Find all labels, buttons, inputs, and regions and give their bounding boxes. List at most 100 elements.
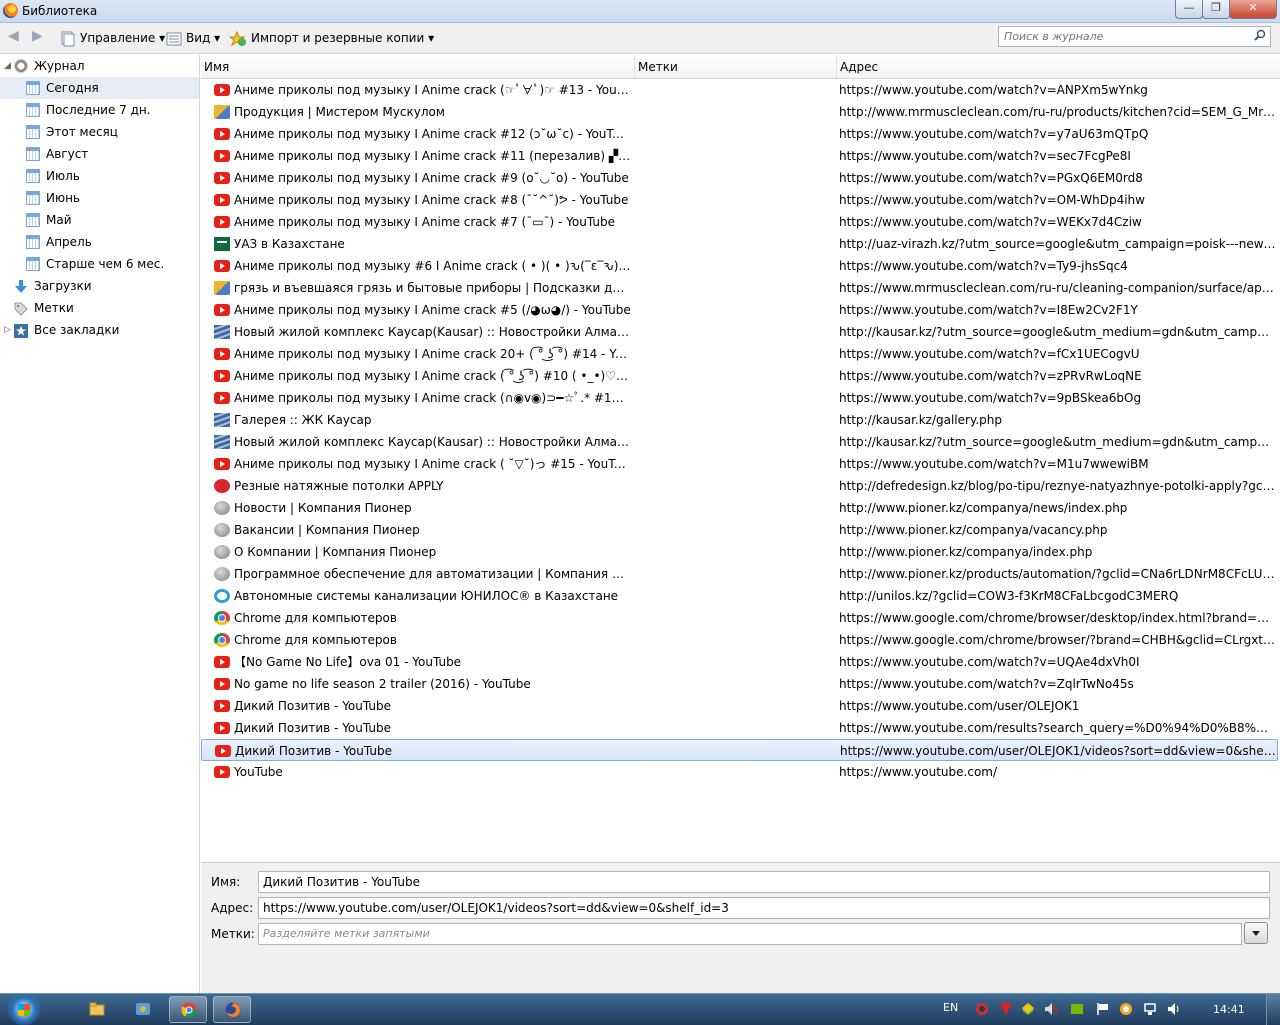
sidebar-item[interactable]: ▷ Все закладки [0,319,199,341]
sidebar-item[interactable]: ◢ Журнал [0,55,199,77]
expand-twisty-icon[interactable]: ▷ [4,319,14,341]
sidebar-item[interactable]: Июль [0,165,199,187]
table-row[interactable]: No game no life season 2 trailer (2016) … [201,673,1278,695]
table-row[interactable]: Дикий Позитив - YouTube https://www.youtu… [201,695,1278,717]
table-row[interactable]: Аниме приколы под музыку I Anime crack #… [201,167,1278,189]
search-icon[interactable] [1254,29,1266,41]
sidebar-item[interactable]: Июнь [0,187,199,209]
show-desktop-button[interactable] [1266,994,1280,1025]
tray-network-icon[interactable] [1143,1002,1157,1016]
tray-action-center-flag-icon[interactable] [1096,1002,1110,1016]
table-row[interactable]: Аниме приколы под музыку I Anime crack (… [201,387,1278,409]
back-arrow-icon[interactable]: ◀ [8,27,19,45]
start-button[interactable] [4,994,44,1025]
tray-opera-icon[interactable] [975,1002,989,1016]
column-header-address[interactable]: Адрес [837,55,1280,78]
sidebar-item[interactable]: Этот месяц [0,121,199,143]
table-row[interactable]: Аниме приколы под музыку I Anime crack 2… [201,343,1278,365]
language-indicator[interactable]: EN [943,1001,958,1014]
tags-field[interactable]: Разделяйте метки запятыми [258,923,1242,945]
table-row[interactable]: Аниме приколы под музыку I Anime crack #… [201,211,1278,233]
minimize-button[interactable]: — [1175,0,1203,19]
table-row[interactable]: Дикий Позитив - YouTube https://www.youtu… [201,717,1278,739]
table-row[interactable]: Автономные системы канализации ЮНИЛОС® в… [201,585,1278,607]
tray-update-icon[interactable] [1119,1002,1133,1016]
table-row[interactable]: Новости | Компания Пионер http://www.pion… [201,497,1278,519]
sidebar-item[interactable]: Сегодня [0,77,199,99]
table-row[interactable]: Галерея :: ЖК Каусар http://kausar.kz/gal… [201,409,1278,431]
table-row[interactable]: Аниме приколы под музыку I Anime crack #… [201,299,1278,321]
system-clock[interactable]: 14:41 [1213,1003,1245,1016]
search-input[interactable] [999,27,1244,46]
row-name: Аниме приколы под музыку I Anime crack (… [234,369,631,383]
table-row[interactable]: Новый жилой комплекс Каусар(Kausar) :: Н… [201,321,1278,343]
tags-dropdown-button[interactable] [1244,922,1268,944]
name-field[interactable]: Дикий Позитив - YouTube [258,871,1270,893]
table-row[interactable]: О Компании | Компания Пионер http://www.p… [201,541,1278,563]
table-row[interactable]: Резные натяжные потолки APPLY http://defr… [201,475,1278,497]
title-bar[interactable]: Библиотека — ❐ ✕ [0,0,1280,23]
youtube-favicon-icon [214,84,230,96]
row-address: http://www.pioner.kz/companya/vacancy.ph… [839,523,1108,537]
row-address: https://www.google.com/chrome/browser/de… [839,611,1276,625]
taskbar-explorer[interactable] [78,996,116,1023]
table-row[interactable]: Chrome для компьютеров https://www.google… [201,629,1278,651]
import-backup-menu-button[interactable]: Импорт и резервные копии ▾ [229,29,434,47]
row-name: Аниме приколы под музыку I Anime crack #… [234,149,631,163]
table-row[interactable]: Chrome для компьютеров https://www.google… [201,607,1278,629]
row-address: https://www.youtube.com/watch?v=WEKx7d4C… [839,215,1142,229]
collapse-twisty-icon[interactable]: ◢ [4,55,14,77]
table-row[interactable]: Новый жилой комплекс Каусар(Kausar) :: Н… [201,431,1278,453]
table-row[interactable]: УАЗ в Казахстане http://uaz-virazh.kz/?ut… [201,233,1278,255]
close-button[interactable]: ✕ [1229,0,1277,19]
table-row[interactable]: Аниме приколы под музыку I Anime crack #… [201,145,1278,167]
tags-label: Метки: [211,927,255,941]
taskbar-media[interactable] [124,996,162,1023]
table-row[interactable]: Дикий Позитив - YouTube https://www.youtu… [201,739,1278,761]
table-row[interactable]: Аниме приколы под музыку I Anime crack (… [201,365,1278,387]
table-row[interactable]: YouTube https://www.youtube.com/ [201,761,1278,783]
taskbar-chrome[interactable] [169,996,207,1023]
table-row[interactable]: Аниме приколы под музыку I Anime crack (… [201,453,1278,475]
row-address: https://www.youtube.com/watch?v=M1u7wwew… [839,457,1149,471]
table-row[interactable]: Программное обеспечение для автоматизаци… [201,563,1278,585]
row-name: Аниме приколы под музыку I Anime crack #… [234,303,631,317]
sidebar-item[interactable]: Май [0,209,199,231]
search-box[interactable] [998,26,1271,47]
table-row[interactable]: 【No Game No Life】ova 01 - YouTube https:/… [201,651,1278,673]
views-menu-button[interactable]: Вид ▾ [166,29,220,47]
organize-menu-button[interactable]: Управление ▾ [60,29,165,47]
row-name: Новый жилой комплекс Каусар(Kausar) :: Н… [234,325,631,339]
table-row[interactable]: Аниме приколы под музыку I Anime crack #… [201,189,1278,211]
bookmarks-star-icon [14,323,28,338]
taskbar-firefox[interactable] [213,996,251,1023]
sidebar-item[interactable]: Загрузки [0,275,199,297]
address-field[interactable]: https://www.youtube.com/user/OLEJOK1/vid… [258,897,1270,919]
sidebar-item[interactable]: Старше чем 6 мес. [0,253,199,275]
forward-arrow-icon[interactable]: ▶ [32,27,43,45]
sidebar-item-label: Метки [34,301,74,315]
table-row[interactable]: Аниме приколы под музыку #6 I Anime crac… [201,255,1278,277]
column-header-name[interactable]: Имя [201,55,635,78]
tray-volume-icon[interactable] [1167,1002,1181,1016]
maximize-button[interactable]: ❐ [1202,0,1230,19]
tray-nvidia-icon[interactable] [1070,1002,1084,1016]
row-name: О Компании | Компания Пионер [234,545,437,559]
table-row[interactable]: Аниме приколы под музыку I Anime crack (… [201,79,1278,101]
sidebar-item[interactable]: Август [0,143,199,165]
sidebar-item[interactable]: Метки [0,297,199,319]
column-header-tags[interactable]: Метки [635,55,837,78]
table-row[interactable]: Вакансии | Компания Пионер http://www.pio… [201,519,1278,541]
table-row[interactable]: Продукция | Мистером Мускулом http://www.… [201,101,1278,123]
sidebar-item[interactable]: Последние 7 дн. [0,99,199,121]
tray-antivirus-icon[interactable] [999,1002,1013,1016]
tray-speaker-mute-icon[interactable] [1044,1002,1058,1016]
tray-app-icon[interactable] [1021,1002,1035,1016]
sidebar-item[interactable]: Апрель [0,231,199,253]
row-name: Аниме приколы под музыку I Anime crack #… [234,215,615,229]
table-row[interactable]: Аниме приколы под музыку I Anime crack #… [201,123,1278,145]
row-name: Продукция | Мистером Мускулом [234,105,445,119]
row-address: https://www.youtube.com/watch?v=Ty9-jhsS… [839,259,1128,273]
table-row[interactable]: грязь и въевшаяся грязь и бытовые прибор… [201,277,1278,299]
youtube-favicon-icon [214,216,230,228]
